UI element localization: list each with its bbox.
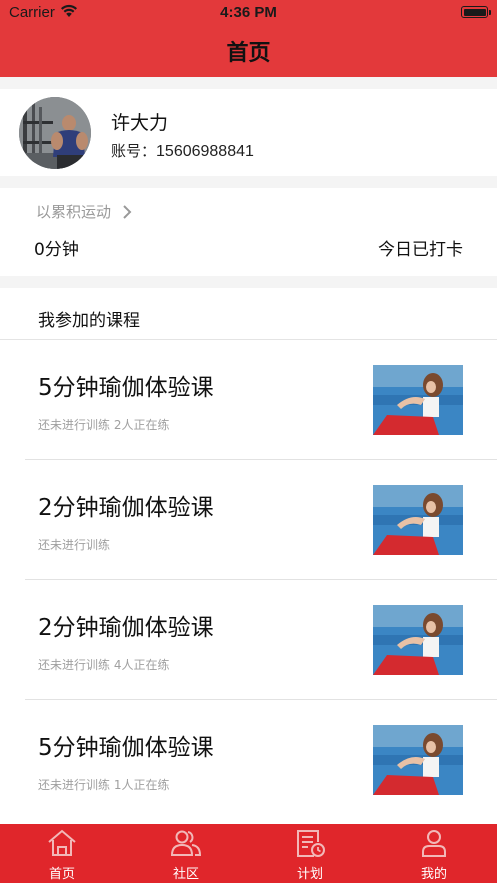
- status-time: 4:36 PM: [220, 4, 277, 21]
- course-subtitle: 还未进行训练: [38, 538, 111, 552]
- tab-bar: 首页 社区 计划 我的: [0, 824, 497, 883]
- course-title: 5分钟瑜伽体验课: [38, 735, 214, 761]
- course-title: 2分钟瑜伽体验课: [38, 615, 214, 641]
- battery-cap: [489, 10, 491, 15]
- header: Carrier 4:36 PM 首页: [0, 0, 497, 77]
- courses-section: 我参加的课程 5分钟瑜伽体验课 还未进行训练 2人正在练 2分钟瑜伽体验课 还未…: [0, 288, 497, 824]
- account-number: 15606988841: [156, 143, 254, 160]
- accumulated-exercise-link[interactable]: 以累积运动: [36, 201, 111, 222]
- tab-label: 计划: [296, 867, 323, 882]
- page-title: 首页: [226, 41, 271, 66]
- tab-home[interactable]: 首页: [12, 824, 112, 883]
- course-title: 5分钟瑜伽体验课: [38, 375, 214, 401]
- course-subtitle: 还未进行训练 1人正在练: [38, 778, 170, 792]
- profile-icon: [422, 830, 446, 857]
- account-label: 账号：: [111, 142, 157, 160]
- battery-icon: [461, 6, 488, 18]
- stats-card: 以累积运动 0分钟 今日已打卡: [0, 188, 497, 276]
- profile-card[interactable]: 许大力 账号：15606988841: [0, 89, 497, 176]
- tab-label: 社区: [172, 867, 199, 882]
- course-subtitle: 还未进行训练 4人正在练: [38, 658, 170, 672]
- user-name: 许大力: [111, 112, 169, 134]
- community-icon: [170, 830, 202, 856]
- chevron-right-icon[interactable]: [122, 205, 132, 219]
- avatar[interactable]: [19, 97, 91, 169]
- tab-plan[interactable]: 计划: [260, 824, 360, 883]
- tab-label: 我的: [420, 867, 447, 882]
- plan-icon: [297, 830, 325, 857]
- tab-community[interactable]: 社区: [136, 824, 236, 883]
- course-thumbnail: [373, 365, 463, 435]
- exercise-minutes: 0分钟: [34, 240, 79, 260]
- course-item[interactable]: 2分钟瑜伽体验课 还未进行训练 4人正在练: [0, 580, 497, 700]
- account-row: 账号：15606988841: [111, 140, 254, 161]
- course-thumbnail: [373, 605, 463, 675]
- course-title: 2分钟瑜伽体验课: [38, 495, 214, 521]
- course-thumbnail: [373, 485, 463, 555]
- course-thumbnail: [373, 725, 463, 795]
- course-item[interactable]: 5分钟瑜伽体验课 还未进行训练 2人正在练: [0, 340, 497, 460]
- tab-mine[interactable]: 我的: [384, 824, 484, 883]
- tab-label: 首页: [48, 867, 75, 882]
- section-title: 我参加的课程: [38, 311, 140, 331]
- course-item[interactable]: 5分钟瑜伽体验课 还未进行训练 1人正在练: [0, 700, 497, 820]
- status-bar: Carrier 4:36 PM: [0, 0, 497, 26]
- course-item[interactable]: 2分钟瑜伽体验课 还未进行训练: [0, 460, 497, 580]
- home-icon: [48, 829, 76, 856]
- course-subtitle: 还未进行训练 2人正在练: [38, 418, 170, 432]
- checkin-status: 今日已打卡: [378, 240, 463, 260]
